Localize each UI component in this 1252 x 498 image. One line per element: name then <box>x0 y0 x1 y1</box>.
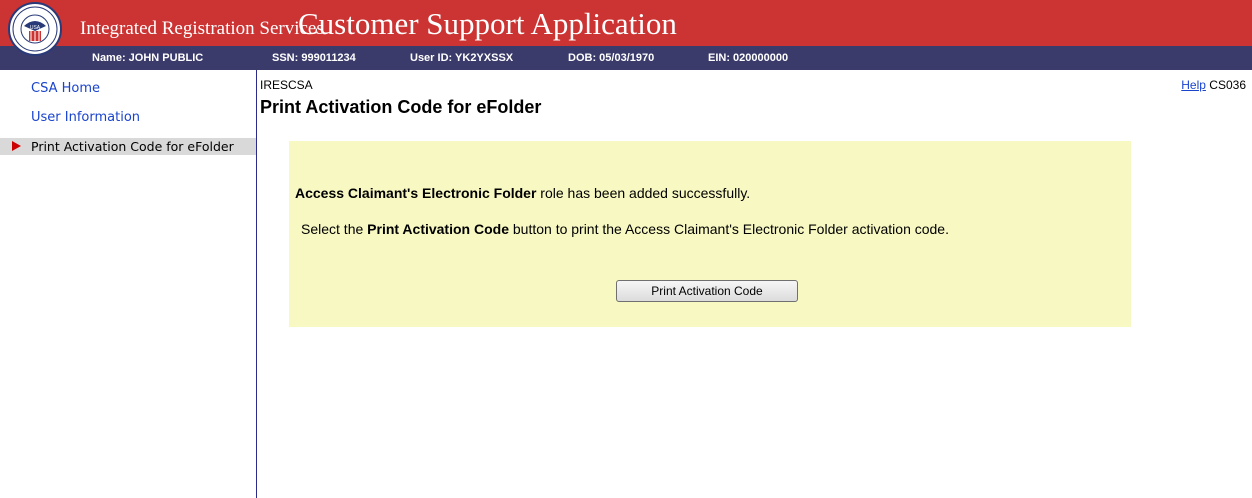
help-area: Help CS036 <box>1181 78 1246 92</box>
instruction-prefix: Select the <box>301 221 368 237</box>
sidebar-item-print-activation-code[interactable]: Print Activation Code for eFolder <box>0 138 256 155</box>
role-name: Access Claimant's Electronic Folder <box>295 185 537 201</box>
page-title: Print Activation Code for eFolder <box>260 97 542 117</box>
svg-text:USA: USA <box>30 25 41 31</box>
instruction-message: Select the Print Activation Code button … <box>301 221 949 237</box>
current-page-arrow-icon <box>12 141 21 151</box>
user-dob: DOB: 05/03/1970 <box>568 52 655 64</box>
role-added-text: role has been added successfully. <box>536 185 751 201</box>
header-banner: Integrated Registration Services Custome… <box>0 0 1252 46</box>
sidebar-item-user-information[interactable]: User Information <box>31 110 140 125</box>
sidebar-nav: CSA Home User Information Print Activati… <box>0 70 257 498</box>
help-link[interactable]: Help <box>1181 78 1206 92</box>
sidebar-item-csa-home[interactable]: CSA Home <box>31 81 100 96</box>
instruction-suffix: button to print the Access Claimant's El… <box>508 221 949 237</box>
user-name: Name: JOHN PUBLIC <box>92 52 204 64</box>
screen-id: IRESCSA <box>260 78 313 92</box>
print-activation-code-button[interactable]: Print Activation Code <box>616 280 798 302</box>
ssa-seal-icon: USA <box>8 2 62 56</box>
app-title: Customer Support Application <box>298 6 677 41</box>
brand-title: Integrated Registration Services <box>80 18 324 39</box>
user-id: User ID: YK2YXSSX <box>410 52 514 64</box>
message-panel: Access Claimant's Electronic Folder role… <box>289 141 1131 327</box>
user-ein: EIN: 020000000 <box>708 52 789 64</box>
user-info-bar: Name: JOHN PUBLIC SSN: 999011234 User ID… <box>0 46 1252 70</box>
success-message: Access Claimant's Electronic Folder role… <box>295 185 750 201</box>
screen-code: CS036 <box>1209 78 1246 92</box>
sidebar-item-label: Print Activation Code for eFolder <box>31 139 234 154</box>
instruction-button-name: Print Activation Code <box>367 221 509 237</box>
user-ssn: SSN: 999011234 <box>272 52 356 64</box>
